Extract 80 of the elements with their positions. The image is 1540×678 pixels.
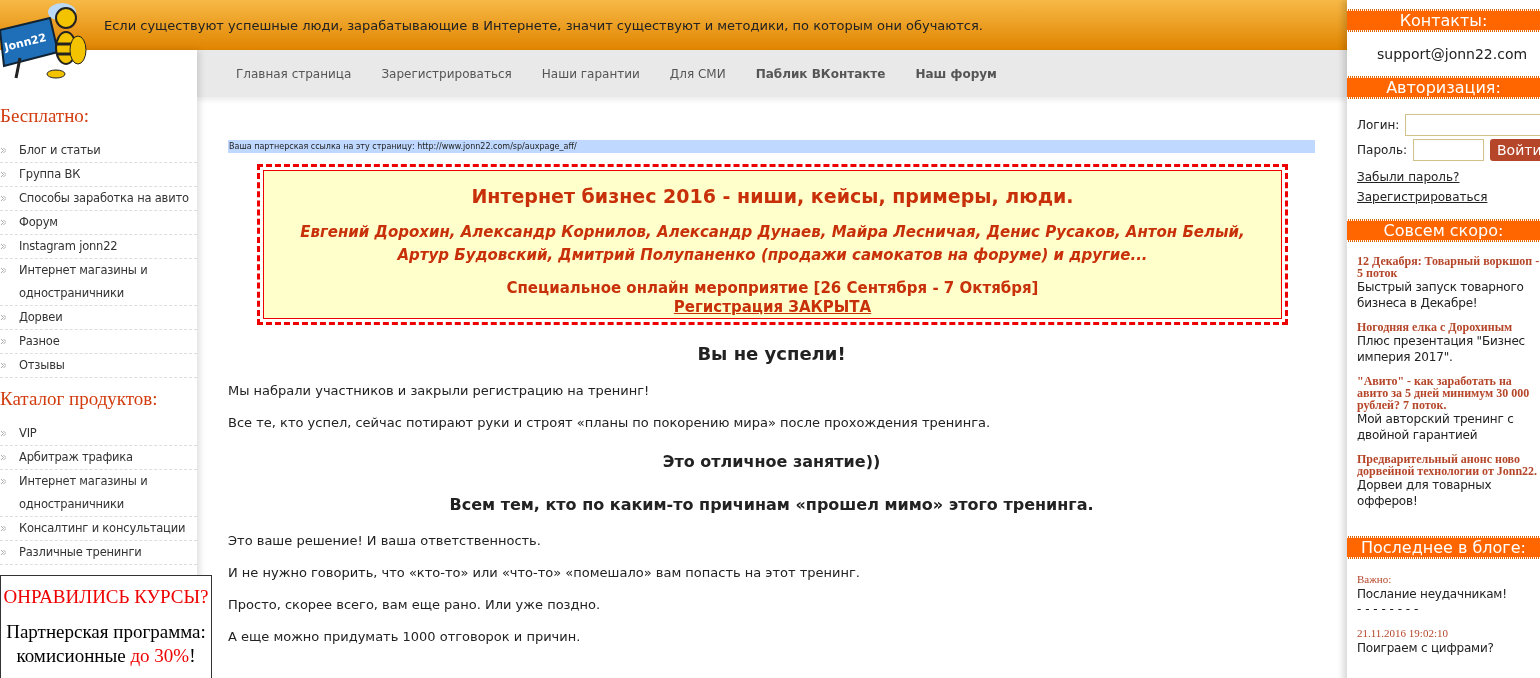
bullet-icon (1, 196, 6, 201)
section-heading: Это отличное занятие)) (661, 452, 882, 471)
bullet-icon (1, 172, 6, 177)
forgot-password-link[interactable]: Забыли пароль? (1357, 170, 1460, 184)
bullet-icon (1, 339, 6, 344)
event-title-link[interactable]: Предварительный анонс ново (1357, 453, 1540, 465)
registration-link[interactable]: Регистрация ЗАКРЫТА (673, 298, 872, 316)
paragraph-text: Все те, кто успел, сейчас потирают руки и строят «планы по покорению мира» после прохождения тренинга. (228, 414, 992, 432)
event-title-link[interactable]: "Авито" - как заработать на авито за 5 дней минимум 30 000 рублей? 7 поток. (1357, 375, 1540, 411)
sidebar-link[interactable]: Instagram jonn22 (19, 235, 118, 258)
password-label: Пароль: (1357, 143, 1407, 157)
sidebar-link[interactable]: Арбитраж трафика (19, 446, 133, 469)
event-title-link[interactable]: дорвейной технологии от Jonn22. (1357, 465, 1540, 477)
bullet-icon (1, 550, 6, 555)
promo-title: ОНРАВИЛИСЬ КУРСЫ? (2, 586, 210, 608)
event-title-link[interactable]: Ногодняя елка с Дорохиным (1357, 321, 1540, 333)
section-heading: Вы не успели! (696, 343, 847, 364)
sidebar-header: Совсем скоро: (1347, 220, 1540, 241)
paragraph-text: И не нужно говорить, что «кто-то» или «что-то» «помешало» вам попасть на этот тренинг. (228, 564, 861, 582)
password-input[interactable] (1413, 139, 1484, 161)
bullet-icon (1, 455, 6, 460)
sidebar-header: Авторизация: (1347, 77, 1540, 98)
login-input[interactable] (1405, 114, 1540, 136)
blog-post-link[interactable]: Послание неудачникам! (1357, 586, 1540, 602)
sidebar-link[interactable]: Форум (19, 211, 58, 234)
blog-meta: 21.11.2016 19:02:10 (1357, 626, 1449, 640)
bullet-icon (1, 268, 6, 273)
event-title-link[interactable]: 12 Декабря: Товарный воркшоп - 5 поток (1357, 255, 1540, 279)
banner-event: Специальное онлайн мероприятие [26 Сентября - 7 Октября] (505, 279, 1040, 297)
login-button[interactable]: Войти (1490, 139, 1540, 161)
blog-post-link[interactable]: Поиграем с цифрами? (1357, 640, 1540, 656)
paragraph-text: А еще можно придумать 1000 отговорок и причин. (228, 628, 582, 646)
sidebar-link[interactable]: Интернет магазины и одностраничники (19, 259, 197, 305)
sidebar-link[interactable]: Дорвеи (19, 306, 63, 329)
bullet-icon (1, 431, 6, 436)
header-slogan: Если существуют успешные люди, зарабатывающие в Интернете, значит существуют и методики, по которым они обучаются. (104, 17, 983, 33)
paragraph-text: Просто, скорее всего, вам еще рано. Или уже поздно. (228, 596, 602, 614)
nav-link[interactable]: Наш форум (915, 66, 997, 81)
nav-link[interactable]: Для СМИ (669, 66, 726, 81)
sidebar-link[interactable]: Группа ВК (19, 163, 81, 186)
nav-link[interactable]: Паблик ВКонтакте (755, 66, 886, 81)
event-description: Мой авторский тренинг с двойной гарантией (1357, 412, 1515, 443)
bullet-icon (1, 315, 6, 320)
sidebar-link[interactable]: Интернет магазины и одностраничники (19, 470, 197, 516)
bullet-icon (1, 479, 6, 484)
register-link[interactable]: Зарегистрироваться (1357, 190, 1488, 204)
event-description: Быстрый запуск товарного бизнеса в Декабре! (1357, 279, 1525, 311)
bullet-icon (1, 526, 6, 531)
sidebar-link[interactable]: Отзывы (19, 354, 65, 377)
affiliate-link-text: Ваша партнерская ссылка на эту страницу: http://www.jonn22.com/sp/auxpage_aff/ (228, 140, 1315, 153)
bullet-icon (1, 244, 6, 249)
contact-email: support@jonn22.com (1376, 45, 1529, 64)
login-label: Логин: (1357, 118, 1400, 132)
bullet-icon (1, 220, 6, 225)
sidebar-link[interactable]: Способы заработка на авито (19, 187, 189, 210)
sidebar-link[interactable]: Консалтинг и консультации (19, 517, 186, 540)
sidebar-link[interactable]: Блог и статьи (19, 139, 101, 162)
sidebar-header: Контакты: (1347, 10, 1540, 31)
sidebar-link[interactable]: Различные тренинги (19, 541, 142, 564)
event-description: Плюс презентация "Бизнес империя 2017". (1357, 334, 1526, 365)
banner-speakers: Евгений Дорохин, Александр Корнилов, Александр Дунаев, Майра Лесничая, Денис Русаков, Антон Белый, Артур Будовский, Дмитрий Полупаненко (продажи самокатов на форуме) и другие... (299, 222, 1246, 266)
paragraph-text: Это ваше решение! И ваша ответственность. (228, 532, 542, 550)
sidebar-heading: Каталог продуктов: (0, 388, 159, 410)
paragraph-text: Мы набрали участников и закрыли регистрацию на тренинг! (228, 382, 651, 400)
blog-meta: Важно: (1357, 572, 1393, 586)
separator-text: - - - - - - - - (1357, 602, 1420, 616)
nav-link[interactable]: Наши гарантии (541, 66, 640, 81)
bullet-icon (1, 363, 6, 368)
sidebar-link[interactable]: VIP (19, 422, 37, 445)
promo-text: Партнерская программа: (5, 620, 207, 644)
banner-title: Интернет бизнес 2016 - ниши, кейсы, примеры, люди. (470, 185, 1075, 207)
event-description: Дорвеи для товарных офферов! (1357, 478, 1493, 509)
sidebar-heading: Бесплатно: (0, 105, 91, 127)
promo-text: комисионные до 30%! (15, 644, 197, 668)
bullet-icon (1, 148, 6, 153)
sidebar-header: Последнее в блоге: (1347, 537, 1540, 558)
nav-link[interactable]: Главная страница (236, 66, 352, 81)
nav-link[interactable]: Зарегистрироваться (381, 66, 512, 81)
section-heading: Всем тем, кто по каким-то причинам «прошел мимо» этого тренинга. (448, 495, 1095, 514)
sidebar-link[interactable]: Разное (19, 330, 60, 353)
